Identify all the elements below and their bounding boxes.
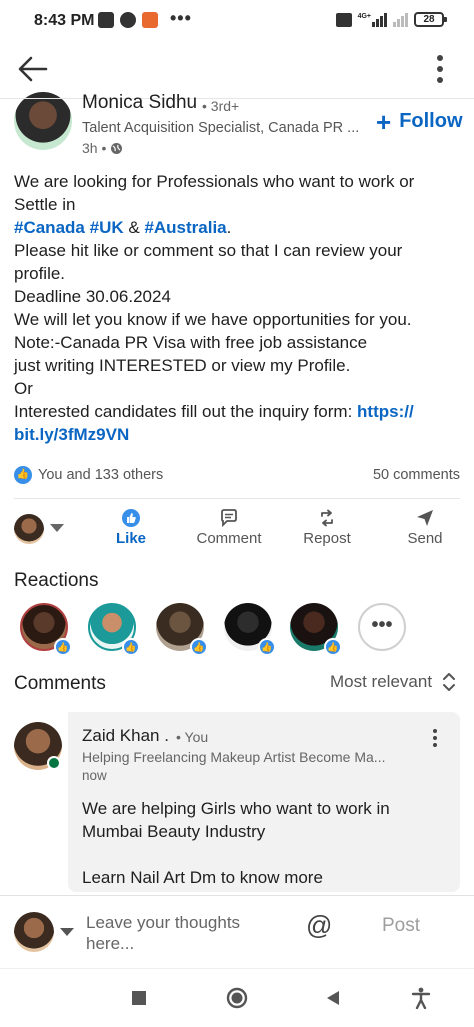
send-icon [417, 510, 433, 526]
post-time-text: 3h • [82, 140, 107, 156]
comment-line: Learn Nail Art Dm to know more [82, 868, 323, 887]
like-reaction-icon: 👍 [122, 638, 140, 656]
comment-input[interactable] [86, 912, 286, 958]
follow-button[interactable]: + Follow [376, 106, 463, 137]
app-icon [142, 12, 158, 28]
sort-label: Most relevant [330, 672, 433, 691]
author-name[interactable]: Monica Sidhu [82, 92, 197, 114]
like-button[interactable]: Like [86, 508, 176, 547]
inquiry-link-part1[interactable]: https:// [357, 402, 414, 421]
post-line: profile. [14, 264, 66, 283]
commenter-headline: Helping Freelancing Makeup Artist Become… [82, 749, 386, 765]
ampersand: & [128, 218, 140, 237]
post-line: Deadline 30.06.2024 [14, 287, 171, 306]
accessibility-icon[interactable] [411, 987, 431, 1009]
post-comment-button[interactable]: Post [382, 915, 420, 937]
post-line: Note:-Canada PR Visa with free job assis… [14, 333, 368, 352]
like-label: Like [115, 530, 146, 547]
comment-line: Mumbai Beauty Industry [82, 822, 266, 841]
commenter-badge: • You [176, 729, 209, 745]
back-arrow-icon[interactable] [16, 54, 50, 84]
more-notifications-icon: ••• [170, 8, 192, 28]
online-status-icon [47, 756, 61, 770]
connection-degree: • 3rd+ [202, 98, 240, 114]
post-hashtags-line: #Canada #UK & #Australia. [14, 216, 460, 239]
comment-text: We are helping Girls who want to work in… [82, 797, 452, 889]
composer-actor-caret-icon[interactable] [60, 928, 74, 936]
reactions-title: Reactions [14, 570, 99, 591]
like-icon [122, 509, 140, 527]
comment-line [82, 843, 452, 866]
overflow-menu-icon[interactable] [430, 54, 450, 84]
like-reaction-icon: 👍 [190, 638, 208, 656]
status-bar: 8:43 PM ••• 4G+ 28 [0, 0, 474, 42]
composer-avatar[interactable] [14, 912, 54, 952]
commenter-name[interactable]: Zaid Khan . [82, 726, 169, 746]
comment-label: Comment [196, 530, 262, 547]
facebook-icon [120, 12, 136, 28]
comment-button[interactable]: Comment [184, 508, 274, 547]
repost-icon [321, 509, 333, 527]
home-circle-icon[interactable] [226, 987, 248, 1009]
hashtag-uk[interactable]: #UK [90, 218, 124, 237]
send-label: Send [407, 530, 443, 547]
post-line: We will let you know if we have opportun… [14, 310, 412, 329]
inquiry-link-part2[interactable]: bit.ly/3fMz9VN [14, 423, 460, 446]
battery-icon: 28 [414, 12, 447, 27]
hashtag-australia[interactable]: #Australia [144, 218, 226, 237]
actor-avatar[interactable] [14, 514, 44, 544]
status-right: 4G+ 28 [335, 12, 447, 27]
composer-divider [0, 895, 474, 896]
nav-divider [0, 968, 474, 969]
comment-line: We are helping Girls who want to work in [82, 799, 390, 818]
period: . [226, 218, 232, 237]
post-line: Please hit like or comment so that I can… [14, 241, 403, 260]
recents-square-icon[interactable] [131, 990, 147, 1006]
repost-button[interactable]: Repost [282, 508, 372, 547]
likes-count[interactable]: You and 133 others [38, 467, 163, 483]
comment-menu-icon[interactable] [428, 728, 442, 748]
repost-label: Repost [303, 530, 351, 547]
comment-icon [221, 509, 237, 528]
sort-comments-button[interactable]: Most relevant [330, 672, 456, 692]
plus-icon: + [376, 106, 392, 137]
photo-icon [98, 12, 114, 28]
app-bar [0, 42, 474, 98]
sort-chevron-icon [443, 673, 456, 691]
back-triangle-icon[interactable] [325, 990, 341, 1006]
like-reaction-icon: 👍 [258, 638, 276, 656]
more-reactions-button[interactable]: ••• [358, 603, 406, 651]
post-line: just writing INTERESTED or view my Profi… [14, 356, 351, 375]
like-reaction-icon: 👍 [14, 466, 32, 484]
post-body: We are looking for Professionals who wan… [14, 170, 460, 446]
network-label: 4G+ [357, 12, 371, 20]
actor-switch-caret-icon[interactable] [50, 524, 64, 532]
mention-button[interactable]: @ [306, 910, 332, 941]
author-avatar[interactable] [14, 92, 72, 150]
post-line: Settle in [14, 195, 76, 214]
author-headline: Talent Acquisition Specialist, Canada PR… [82, 120, 360, 136]
social-counts: 👍 You and 133 others 50 comments [14, 466, 460, 486]
volte-icon [335, 12, 352, 27]
post-line-form: Interested candidates fill out the inqui… [14, 400, 460, 423]
post-time: 3h • [82, 140, 123, 156]
signal-icon: 4G+ [357, 12, 387, 27]
comments-count[interactable]: 50 comments [373, 467, 460, 483]
post-line: We are looking for Professionals who wan… [14, 172, 415, 191]
follow-label: Follow [399, 110, 463, 132]
signal-2-icon [393, 12, 408, 27]
hashtag-canada[interactable]: #Canada [14, 218, 85, 237]
comment-time: now [82, 768, 107, 783]
post-line: Interested candidates fill out the inqui… [14, 402, 353, 421]
send-button[interactable]: Send [380, 508, 470, 547]
like-reaction-icon: 👍 [54, 638, 72, 656]
globe-icon [111, 142, 123, 154]
comments-title: Comments [14, 673, 106, 694]
counts-divider [14, 498, 460, 499]
post-line: Or [14, 379, 33, 398]
status-time: 8:43 PM [34, 12, 95, 29]
like-reaction-icon: 👍 [324, 638, 342, 656]
